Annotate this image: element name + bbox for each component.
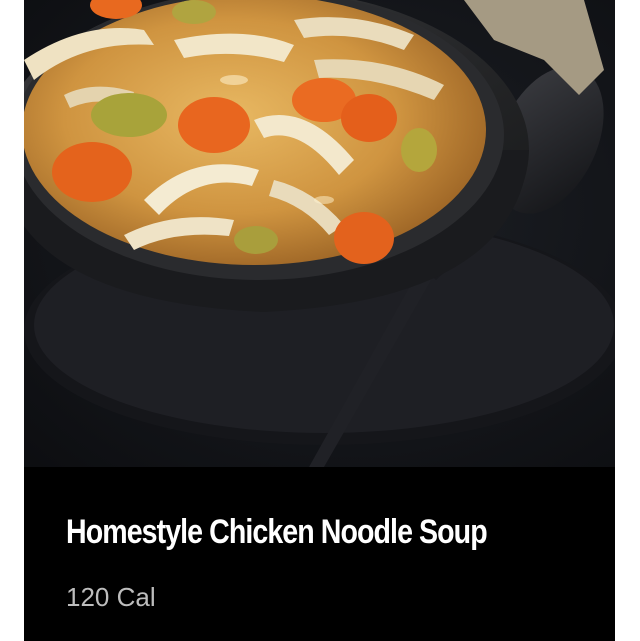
soup-photo xyxy=(24,0,615,467)
item-calories: 120 Cal xyxy=(66,582,156,612)
item-info-panel: Homestyle Chicken Noodle Soup 120 Cal xyxy=(24,467,615,641)
menu-item-card[interactable]: Homestyle Chicken Noodle Soup 120 Cal xyxy=(24,0,615,641)
item-title: Homestyle Chicken Noodle Soup xyxy=(66,513,488,551)
